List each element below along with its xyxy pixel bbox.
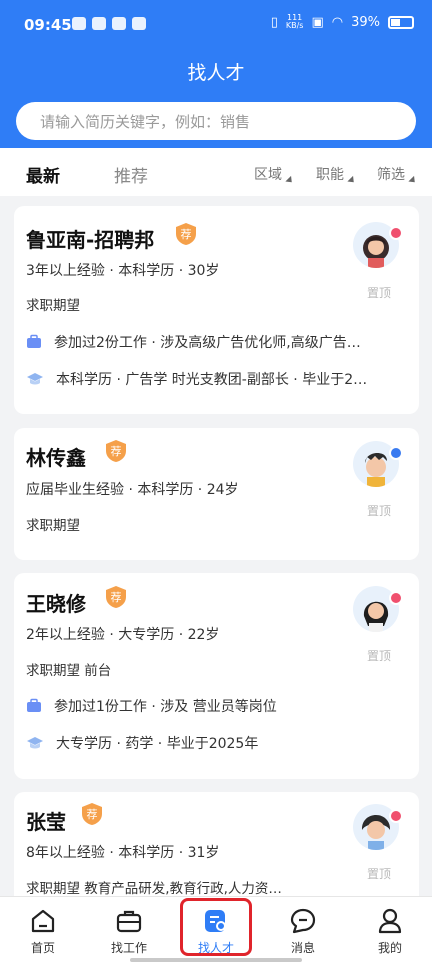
- network-speed-unit: KB/s: [285, 21, 304, 30]
- filter-region[interactable]: 区域: [254, 164, 295, 186]
- network-speed: 111 KB/s: [286, 14, 304, 30]
- tab-recommended[interactable]: 推荐: [114, 162, 148, 187]
- filter-function-label: 职能: [316, 167, 344, 183]
- battery-percent: 39%: [351, 14, 380, 30]
- job-expectation: 求职期望: [26, 518, 80, 534]
- pin-top-label: 置顶: [366, 286, 391, 300]
- battery-icon: [388, 15, 414, 29]
- filter-function[interactable]: 职能: [316, 164, 357, 186]
- filter-more[interactable]: 筛选: [377, 164, 418, 186]
- education-row: 本科学历 · 广告学 时光支教团-副部长 · 毕业于2…: [26, 369, 407, 389]
- app-notification-icon: [72, 17, 86, 30]
- briefcase-icon: [27, 334, 41, 348]
- candidate-meta: 8年以上经验 · 本科学历 · 31岁: [26, 845, 220, 861]
- work-history-text: 参加过2份工作 · 涉及高级广告优化师,高级广告…: [54, 335, 361, 351]
- briefcase-icon: [116, 910, 142, 933]
- nav-home-label: 首页: [30, 941, 55, 955]
- nav-find-job[interactable]: 找工作: [94, 907, 164, 956]
- job-expectation: 求职期望 前台: [26, 663, 112, 679]
- graduation-cap-icon: [27, 737, 43, 749]
- search-placeholder: 请输入简历关键字，例如：销售: [40, 112, 251, 131]
- wifi-icon: ◠: [331, 14, 344, 30]
- candidate-meta: 2年以上经验 · 大专学历 · 22岁: [26, 627, 220, 643]
- job-expectation: 求职期望: [26, 298, 80, 314]
- education-row: 大专学历 · 药学 · 毕业于2025年: [26, 733, 407, 753]
- female-gender-icon: [389, 809, 403, 823]
- work-history-row: 参加过1份工作 · 涉及 营业员等岗位: [26, 696, 407, 716]
- home-indicator: [130, 958, 302, 962]
- recommend-badge-text: 荐: [111, 591, 122, 604]
- education-text: 本科学历 · 广告学 时光支教团-副部长 · 毕业于2…: [56, 372, 368, 388]
- male-gender-icon: [389, 446, 403, 460]
- education-text: 大专学历 · 药学 · 毕业于2025年: [56, 736, 259, 752]
- tab-bar: 最新 推荐 区域 职能 筛选: [0, 148, 432, 196]
- search-input[interactable]: 请输入简历关键字，例如：销售: [16, 102, 416, 140]
- app-header: 找人才 请输入简历关键字，例如：销售: [0, 50, 432, 148]
- page-title: 找人才: [187, 62, 245, 84]
- candidate-card[interactable]: 张莹 荐 8年以上经验 · 本科学历 · 31岁 求职期望 教育产品研发,教育行…: [14, 792, 419, 912]
- recommend-badge-text: 荐: [181, 228, 192, 241]
- filter-region-label: 区域: [254, 167, 282, 183]
- tab-latest[interactable]: 最新: [26, 162, 60, 187]
- candidate-card[interactable]: 鲁亚南-招聘邦 荐 3年以上经验 · 本科学历 · 30岁 求职期望 参加过2份…: [14, 206, 419, 414]
- candidate-name: 王晓修: [26, 592, 86, 616]
- candidate-meta: 3年以上经验 · 本科学历 · 30岁: [26, 263, 220, 279]
- dropdown-triangle-icon: [408, 175, 418, 186]
- status-right: ▯ 111 KB/s ▣ ◠ 39%: [271, 14, 414, 30]
- female-gender-icon: [389, 591, 403, 605]
- pin-top-label: 置顶: [366, 867, 391, 881]
- recommend-badge-text: 荐: [111, 445, 122, 458]
- profile-icon: [378, 908, 402, 934]
- notification-icons: [72, 17, 146, 30]
- dropdown-triangle-icon: [347, 175, 357, 186]
- status-bar: 09:45 ▯ 111 KB/s ▣ ◠ 39%: [0, 0, 432, 50]
- recommend-badge-icon: 荐: [106, 586, 126, 608]
- candidate-card[interactable]: 林传鑫 荐 应届毕业生经验 · 本科学历 · 24岁 求职期望 置顶: [14, 428, 419, 560]
- candidate-name: 林传鑫: [26, 446, 86, 470]
- candidate-name: 鲁亚南-招聘邦: [26, 228, 155, 252]
- recommend-badge-icon: 荐: [82, 803, 102, 825]
- graduation-cap-icon: [27, 373, 43, 385]
- app-notification-icon: [112, 17, 126, 30]
- message-icon: [290, 908, 316, 934]
- briefcase-icon: [27, 698, 41, 712]
- female-gender-icon: [389, 226, 403, 240]
- recommend-badge-text: 荐: [87, 808, 98, 821]
- recommend-badge-icon: 荐: [176, 223, 196, 245]
- wechat-icon: [92, 17, 106, 30]
- candidate-name: 张莹: [26, 810, 66, 834]
- job-expectation: 求职期望 教育产品研发,教育行政,人力资…: [26, 881, 282, 897]
- vibrate-icon: ▯: [270, 14, 278, 30]
- recommend-badge-icon: 荐: [106, 440, 126, 462]
- candidate-card[interactable]: 王晓修 荐 2年以上经验 · 大专学历 · 22岁 求职期望 前台 参加过1份工…: [14, 573, 419, 779]
- nav-messages[interactable]: 消息: [268, 907, 338, 956]
- nav-messages-label: 消息: [290, 941, 315, 955]
- pin-top-label: 置顶: [366, 649, 391, 663]
- crown-icon: [132, 17, 146, 30]
- work-history-text: 参加过1份工作 · 涉及 营业员等岗位: [54, 699, 277, 715]
- nav-profile[interactable]: 我的: [355, 907, 425, 956]
- work-history-row: 参加过2份工作 · 涉及高级广告优化师,高级广告…: [26, 332, 407, 352]
- status-time: 09:45: [24, 16, 72, 34]
- candidate-meta: 应届毕业生经验 · 本科学历 · 24岁: [26, 482, 239, 498]
- dropdown-triangle-icon: [285, 175, 295, 186]
- home-icon: [31, 909, 55, 933]
- nav-find-job-label: 找工作: [110, 941, 147, 955]
- pin-top-label: 置顶: [366, 504, 391, 518]
- filter-more-label: 筛选: [377, 167, 405, 183]
- active-tab-highlight: [180, 898, 252, 956]
- sim-icon: ▣: [311, 14, 324, 30]
- nav-home[interactable]: 首页: [8, 907, 78, 956]
- nav-profile-label: 我的: [377, 941, 402, 955]
